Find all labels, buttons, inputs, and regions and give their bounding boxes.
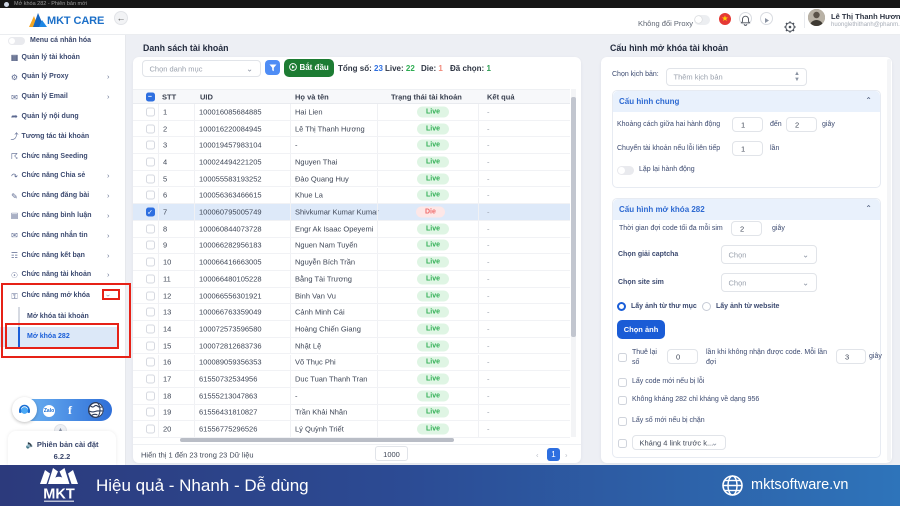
- svg-text:MKT: MKT: [43, 487, 75, 503]
